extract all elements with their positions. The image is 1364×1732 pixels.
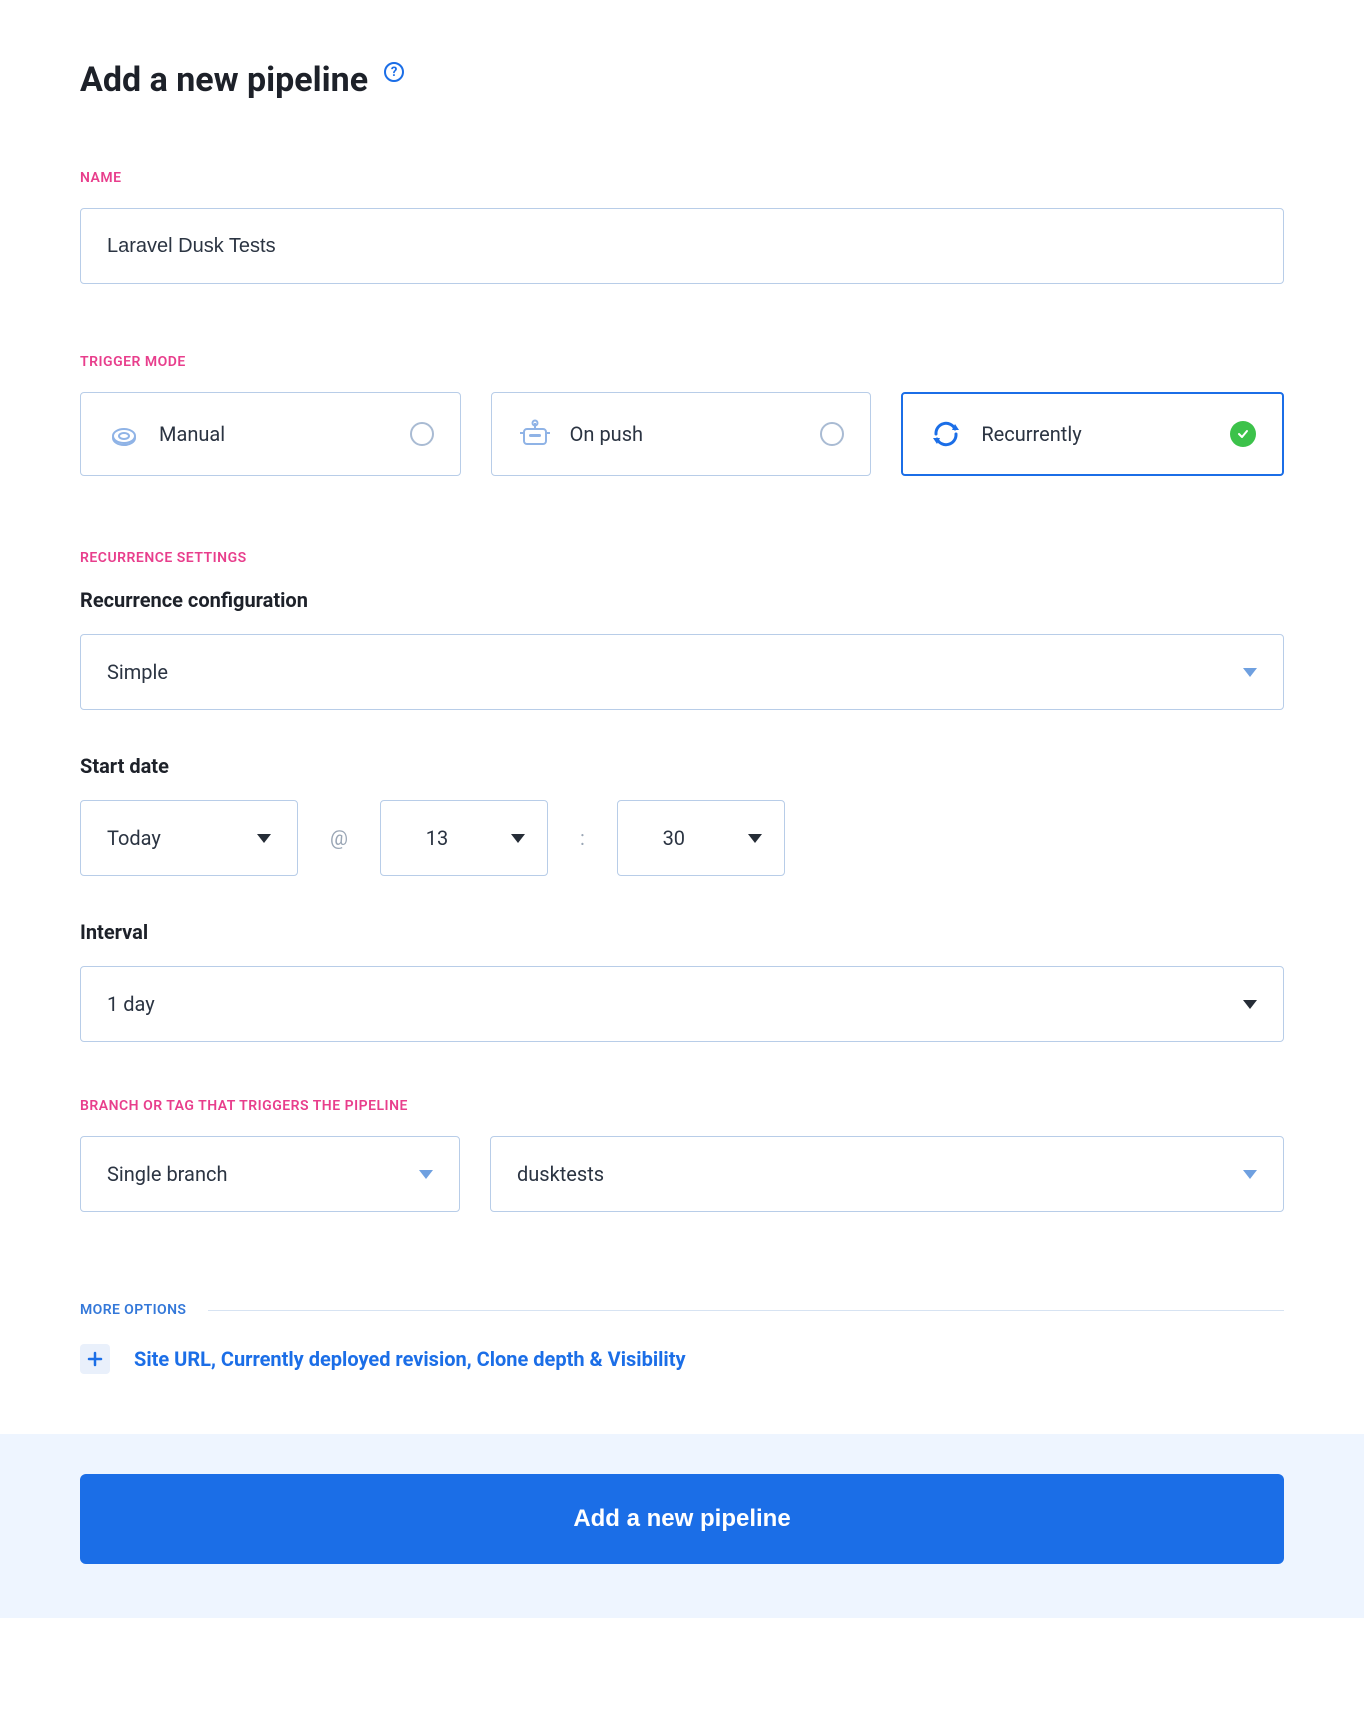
branch-mode-value: Single branch: [107, 1162, 227, 1186]
trigger-option-recurrently[interactable]: Recurrently: [901, 392, 1284, 476]
more-options-label: MORE OPTIONS: [80, 1302, 186, 1318]
start-hour-select[interactable]: 13: [380, 800, 548, 876]
more-options-header: MORE OPTIONS: [80, 1302, 1284, 1318]
name-section-label: NAME: [80, 170, 1284, 186]
page-header: Add a new pipeline ?: [80, 60, 1284, 100]
on-push-icon: [518, 417, 552, 451]
colon-separator: :: [580, 826, 585, 850]
recurrence-config-label: Recurrence configuration: [80, 588, 1284, 612]
trigger-mode-group: Manual On push: [80, 392, 1284, 476]
help-icon[interactable]: ?: [384, 62, 404, 82]
chevron-down-icon: [748, 834, 762, 843]
trigger-option-on-push[interactable]: On push: [491, 392, 872, 476]
submit-button[interactable]: Add a new pipeline: [80, 1474, 1284, 1564]
chevron-down-icon: [257, 834, 271, 843]
chevron-down-icon: [511, 834, 525, 843]
divider: [208, 1310, 1284, 1311]
start-minute-select[interactable]: 30: [617, 800, 785, 876]
interval-select[interactable]: 1 day: [80, 966, 1284, 1042]
interval-label: Interval: [80, 920, 1284, 944]
start-day-value: Today: [107, 826, 161, 850]
trigger-label-recurrently: Recurrently: [981, 422, 1212, 446]
recurrence-config-value: Simple: [107, 660, 168, 684]
branch-mode-select[interactable]: Single branch: [80, 1136, 460, 1212]
radio-empty-icon: [820, 422, 844, 446]
recurrence-section-label: RECURRENCE SETTINGS: [80, 550, 1284, 566]
start-day-select[interactable]: Today: [80, 800, 298, 876]
chevron-down-icon: [1243, 1000, 1257, 1009]
interval-value: 1 day: [107, 992, 155, 1016]
trigger-label-on-push: On push: [570, 422, 803, 446]
branch-row: Single branch dusktests: [80, 1136, 1284, 1212]
at-separator: @: [330, 826, 348, 850]
footer: Add a new pipeline: [0, 1434, 1364, 1618]
more-options-text: Site URL, Currently deployed revision, C…: [134, 1347, 686, 1371]
manual-icon: [107, 417, 141, 451]
trigger-label-manual: Manual: [159, 422, 392, 446]
branch-name-value: dusktests: [517, 1162, 604, 1186]
more-options-expand[interactable]: Site URL, Currently deployed revision, C…: [80, 1344, 1284, 1374]
radio-selected-icon: [1230, 421, 1256, 447]
branch-section-label: BRANCH OR TAG THAT TRIGGERS THE PIPELINE: [80, 1098, 1284, 1114]
plus-icon: [80, 1344, 110, 1374]
chevron-down-icon: [419, 1170, 433, 1179]
trigger-option-manual[interactable]: Manual: [80, 392, 461, 476]
pipeline-name-input[interactable]: [80, 208, 1284, 284]
chevron-down-icon: [1243, 668, 1257, 677]
chevron-down-icon: [1243, 1170, 1257, 1179]
branch-name-select[interactable]: dusktests: [490, 1136, 1284, 1212]
recurrently-icon: [929, 417, 963, 451]
start-date-label: Start date: [80, 754, 1284, 778]
start-hour-value: 13: [403, 826, 471, 850]
trigger-section-label: TRIGGER MODE: [80, 354, 1284, 370]
radio-empty-icon: [410, 422, 434, 446]
recurrence-config-select[interactable]: Simple: [80, 634, 1284, 710]
page-title: Add a new pipeline: [80, 60, 368, 100]
start-minute-value: 30: [640, 826, 708, 850]
start-date-row: Today @ 13 : 30: [80, 800, 1284, 876]
